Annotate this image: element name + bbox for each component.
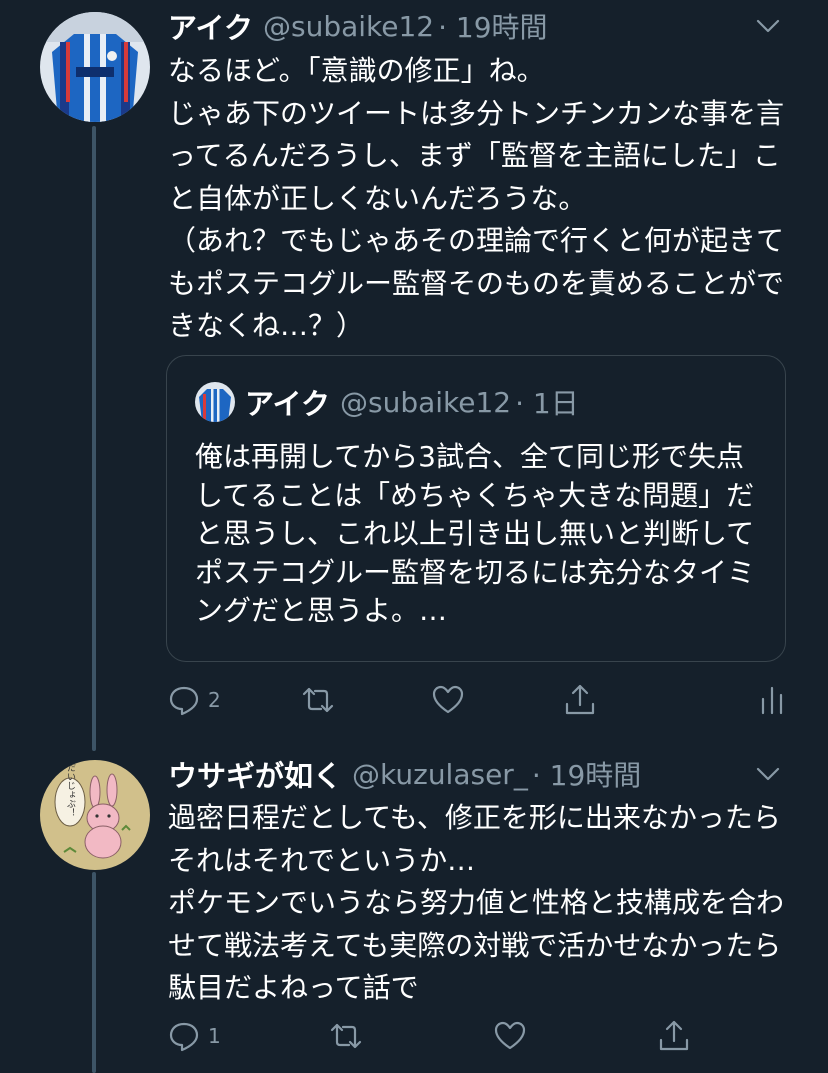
retweet-button[interactable] [300,680,336,720]
tweet-text: なるほど。「意識の修正」ね。 じゃあ下のツイートは多分トンチンカンな事を言ってる… [168,54,785,342]
quoted-author-name: アイク [245,387,330,421]
heart-icon [432,685,464,714]
rabbit-avatar-image: だいじょぶ！ [40,760,150,870]
author-handle[interactable]: @subaike12 [263,10,434,43]
author-name[interactable]: アイク [168,5,253,47]
reply-icon [169,1022,199,1052]
chevron-down-icon[interactable] [750,8,786,44]
tweet-text: 過密日程だとしても、修正を形に出来なかったらそれはそれでというか… ポケモンでい… [168,801,785,1004]
tweet-header: ウサギが如く @kuzulaser_ · 19時間 [168,754,808,794]
reply-count: 2 [208,688,221,712]
reply-count: 1 [208,1024,221,1048]
reply-button[interactable]: 2 [166,680,221,720]
reply-button[interactable]: 1 [166,1016,221,1056]
heart-icon [494,1021,526,1050]
author-name[interactable]: ウサギが如く [168,753,342,795]
tweet-timestamp[interactable]: · 19時間 [438,6,547,46]
chevron-down-icon[interactable] [750,756,786,792]
jersey-avatar-small-image [195,382,235,422]
analytics-button[interactable] [754,680,790,720]
avatar-bubble-text: だいじょぶ！ [65,763,76,817]
tweet-timestamp[interactable]: · 19時間 [532,754,641,794]
thread-line [92,126,96,751]
quoted-tweet-text: 俺は再開してから3試合、全て同じ形で失点してることは「めちゃくちゃ大きな問題」だ… [195,440,756,627]
quoted-tweet[interactable]: アイク @subaike12 · 1日 俺は再開してから3試合、全て同じ形で失点… [166,355,786,662]
share-icon [565,684,595,715]
thread-line-bottom [92,872,96,1073]
author-handle[interactable]: @kuzulaser_ [352,758,528,791]
like-button[interactable] [430,680,466,720]
like-button[interactable] [492,1016,528,1056]
jersey-avatar-image [40,12,150,122]
reply-icon [169,686,199,716]
quoted-author-handle: @subaike12 [339,385,512,419]
retweet-icon [330,1023,362,1049]
share-icon [659,1020,689,1051]
quoted-avatar [195,382,235,422]
quoted-timestamp: · 1日 [515,387,579,420]
analytics-icon [761,686,783,715]
share-button[interactable] [562,680,598,720]
avatar[interactable]: だいじょぶ！ [40,760,150,870]
tweet-actions: 1 [166,1016,806,1056]
retweet-icon [302,687,334,713]
retweet-button[interactable] [328,1016,364,1056]
tweet-header: アイク @subaike12 · 19時間 [168,6,808,46]
avatar[interactable] [40,12,150,122]
quoted-tweet-header: アイク @subaike12 · 1日 [195,382,579,422]
share-button[interactable] [656,1016,692,1056]
tweet-actions: 2 [166,680,806,720]
